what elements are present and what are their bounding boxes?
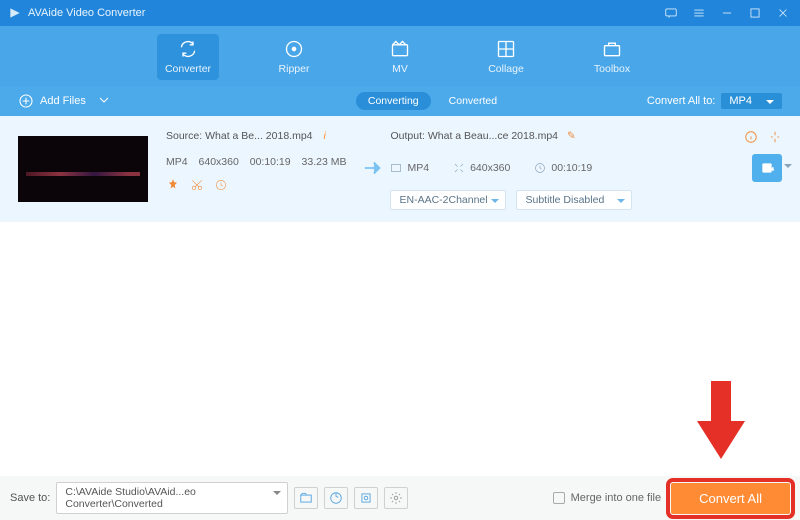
profile-settings-button[interactable]: MP4 [752,154,782,182]
hardware-accel-button[interactable] [354,487,378,509]
save-path-select[interactable]: C:\AVAide Studio\AVAid...eo Converter\Co… [56,482,288,514]
plus-circle-icon [18,93,34,109]
nav-converter[interactable]: Converter [157,34,219,80]
enhance-icon[interactable] [166,178,180,192]
ripper-icon [284,39,304,59]
merge-label: Merge into one file [571,492,662,504]
checkbox-icon [553,492,565,504]
red-arrow-annotation [696,381,746,464]
nav-toolbox[interactable]: Toolbox [581,34,643,80]
toolbox-icon [602,39,622,59]
history-button[interactable] [324,487,348,509]
arrow-right-icon [362,157,386,184]
add-files-button[interactable]: Add Files [18,92,118,111]
info-icon[interactable]: i [323,130,325,142]
subtitle-select[interactable]: Subtitle Disabled [516,190,632,210]
chevron-down-icon [784,164,792,172]
status-tabs: Converting Converted [356,92,501,110]
video-thumbnail[interactable] [18,136,148,202]
open-folder-button[interactable] [294,487,318,509]
source-filename: What a Be... 2018.mp4 [205,130,312,142]
tab-converted[interactable]: Converted [445,92,501,110]
nav-mv-label: MV [392,63,408,75]
top-nav: Converter Ripper MV Collage Toolbox [0,26,800,86]
file-list: Source: What a Be... 2018.mp4 i MP4 640x… [0,116,800,222]
nav-collage[interactable]: Collage [475,34,537,80]
convert-all-button[interactable]: Convert All [671,483,790,514]
source-format: MP4 [166,156,188,168]
output-filename: What a Beau...ce 2018.mp4 [428,130,558,142]
trim-icon[interactable] [190,178,204,192]
profile-icon: MP4 [760,161,774,175]
nav-converter-label: Converter [165,63,211,75]
bottom-bar: Save to: C:\AVAide Studio\AVAid...eo Con… [0,476,800,520]
format-icon [390,162,402,174]
clock-icon [534,162,546,174]
edit-icon[interactable] [214,178,228,192]
convert-all-to-label: Convert All to: [647,95,715,107]
output-format-select[interactable]: MP4 [721,93,782,109]
nav-mv[interactable]: MV [369,34,431,80]
nav-ripper-label: Ripper [279,63,310,75]
chevron-down-icon [96,92,118,111]
out-format: MP4 [407,162,429,174]
source-size: 33.23 MB [302,156,347,168]
output-label: Output: [390,130,424,142]
source-label: Source: [166,130,202,142]
settings-button[interactable] [384,487,408,509]
convert-all-to[interactable]: Convert All to: MP4 [647,93,782,109]
nav-ripper[interactable]: Ripper [263,34,325,80]
nav-collage-label: Collage [488,63,524,75]
merge-checkbox[interactable]: Merge into one file [553,492,662,504]
titlebar: AVAide Video Converter [0,0,800,26]
audio-track-select[interactable]: EN-AAC-2Channel [390,190,506,210]
menu-icon[interactable] [690,4,708,22]
collage-icon [496,39,516,59]
source-column: Source: What a Be... 2018.mp4 i MP4 640x… [166,130,354,210]
feedback-icon[interactable] [662,4,680,22]
app-title: AVAide Video Converter [28,7,652,19]
add-files-label: Add Files [40,95,86,107]
save-to-label: Save to: [10,492,50,504]
output-column: Output: What a Beau...ce 2018.mp4 ✎ MP4 … [390,130,782,210]
subbar: Add Files Converting Converted Convert A… [0,86,800,116]
maximize-icon[interactable] [746,4,764,22]
rename-icon[interactable]: ✎ [567,130,576,142]
minimize-icon[interactable] [718,4,736,22]
app-logo-icon [8,6,22,20]
file-row: Source: What a Be... 2018.mp4 i MP4 640x… [18,130,782,210]
resolution-icon [453,162,465,174]
nav-toolbox-label: Toolbox [594,63,630,75]
tab-converting[interactable]: Converting [356,92,431,110]
out-duration: 00:10:19 [551,162,592,174]
converter-icon [178,39,198,59]
svg-text:MP4: MP4 [764,166,774,171]
info-output-icon[interactable] [744,130,758,144]
compress-icon[interactable] [768,130,782,144]
source-duration: 00:10:19 [250,156,291,168]
out-resolution: 640x360 [470,162,510,174]
close-icon[interactable] [774,4,792,22]
source-resolution: 640x360 [199,156,239,168]
mv-icon [390,39,410,59]
